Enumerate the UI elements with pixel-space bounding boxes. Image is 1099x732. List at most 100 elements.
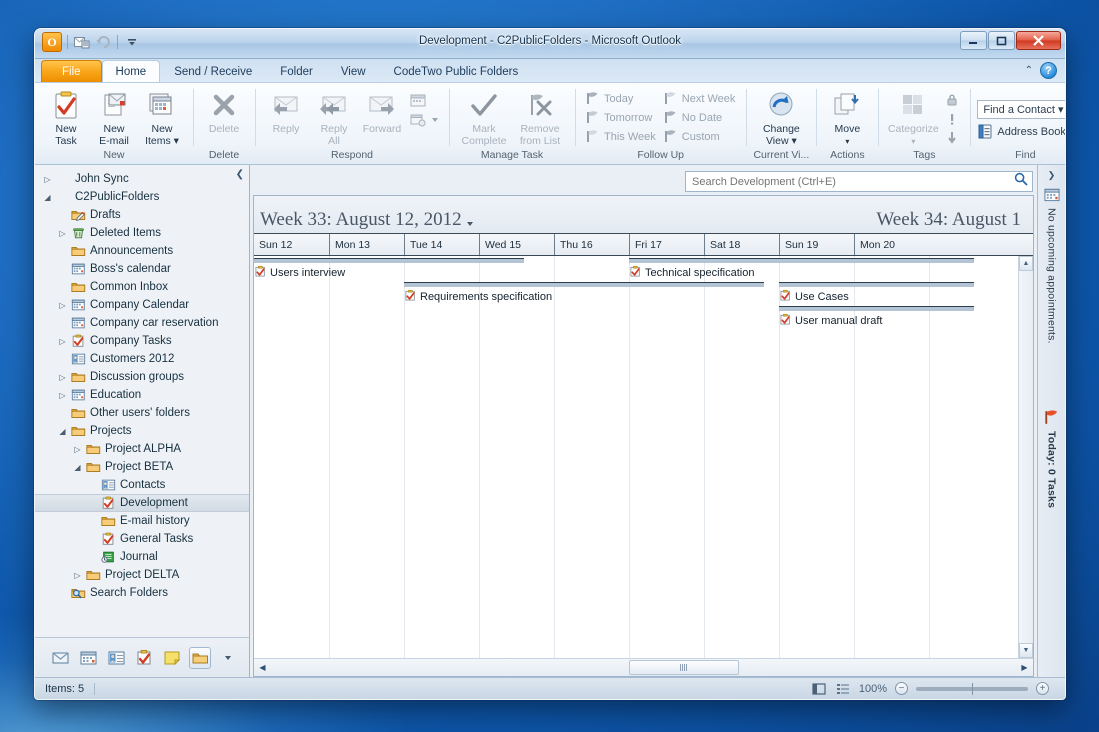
hscroll-thumb[interactable] [629,660,739,675]
folder-item-company-tasks[interactable]: ▷Company Tasks [35,332,249,350]
folder-item-c2publicfolders[interactable]: ◢C2PublicFolders [35,188,249,206]
folder-item-common-inbox[interactable]: Common Inbox [35,278,249,296]
nav-button-configure[interactable] [217,647,239,669]
new-task-button[interactable]: New Task [42,87,90,147]
folder-item-education[interactable]: ▷Education [35,386,249,404]
expand-to-do-bar-button[interactable]: ❯ [1048,170,1056,181]
high-importance-button[interactable] [941,109,963,128]
tab-home[interactable]: Home [102,60,161,82]
expand-arrow-icon[interactable]: ▷ [44,175,50,184]
scroll-down-button[interactable]: ▼ [1019,643,1033,658]
expand-arrow-icon[interactable]: ▷ [74,571,80,580]
zoom-slider[interactable] [916,687,1028,691]
expand-arrow-icon[interactable]: ▷ [74,445,80,454]
reply-button[interactable]: Reply [262,87,310,136]
tree-expander[interactable]: ▷ [56,373,69,382]
folder-item-drafts[interactable]: Drafts [35,206,249,224]
folder-item-journal[interactable]: Journal [35,548,249,566]
week-33-label[interactable]: Week 33: August 12, 2012 [260,209,473,231]
expand-arrow-icon[interactable]: ▷ [59,373,65,382]
folder-item-project-delta[interactable]: ▷Project DELTA [35,566,249,584]
folder-item-company-car-reservation[interactable]: Company car reservation [35,314,249,332]
folder-item-projects[interactable]: ◢Projects [35,422,249,440]
scroll-left-button[interactable]: ◀ [254,660,271,676]
remove-from-list-button[interactable]: Remove from List [512,87,568,147]
folder-item-boss-s-calendar[interactable]: Boss's calendar [35,260,249,278]
folder-item-project-alpha[interactable]: ▷Project ALPHA [35,440,249,458]
zoom-in-button[interactable]: + [1036,682,1049,695]
folder-item-deleted-items[interactable]: ▷Deleted Items [35,224,249,242]
collapse-arrow-icon[interactable]: ◢ [74,463,80,472]
tree-expander[interactable]: ◢ [71,463,84,472]
scroll-right-button[interactable]: ▶ [1016,660,1033,676]
categorize-button[interactable]: Categorize ▾ [885,87,941,147]
follow-up-today[interactable]: Today [582,89,660,108]
maximize-button[interactable] [988,31,1015,50]
follow-up-custom[interactable]: Custom [660,127,740,146]
help-icon[interactable]: ? [1040,62,1057,79]
change-view-button[interactable]: Change View ▾ [753,87,809,147]
folder-item-e-mail-history[interactable]: E-mail history [35,512,249,530]
tree-expander[interactable]: ▷ [56,301,69,310]
folder-item-general-tasks[interactable]: General Tasks [35,530,249,548]
timeline-canvas[interactable]: ▲ ▼ Users interviewRequirements specific… [254,256,1033,658]
find-a-contact-box[interactable]: Find a Contact ▾ [977,100,1066,119]
folder-item-search-folders[interactable]: Search Folders [35,584,249,602]
low-importance-button[interactable] [941,128,963,147]
timeline-task[interactable]: Use Cases [779,282,974,306]
tab-file[interactable]: File [41,60,102,82]
tree-expander[interactable]: ▷ [71,445,84,454]
timeline-task[interactable]: Users interview [254,258,524,282]
tree-expander[interactable]: ◢ [41,193,54,202]
tree-expander[interactable]: ▷ [41,175,54,184]
close-button[interactable] [1016,31,1061,50]
tree-expander[interactable]: ▷ [56,391,69,400]
delete-button[interactable]: Delete [200,87,248,136]
meeting-button[interactable] [406,91,442,110]
folder-item-other-users-folders[interactable]: Other users' folders [35,404,249,422]
folder-item-development[interactable]: Development [35,494,249,512]
address-book-button[interactable]: Address Book [977,122,1066,141]
folder-item-company-calendar[interactable]: ▷Company Calendar [35,296,249,314]
nav-button-mail[interactable] [49,647,71,669]
collapse-arrow-icon[interactable]: ◢ [59,427,65,436]
timeline-vertical-scrollbar[interactable]: ▲ ▼ [1018,256,1033,658]
follow-up-next-week[interactable]: Next Week [660,89,740,108]
collapse-ribbon-icon[interactable]: ⌃ [1025,65,1033,76]
tab-codetwo-public-folders[interactable]: CodeTwo Public Folders [380,60,533,82]
tree-expander[interactable]: ▷ [56,337,69,346]
follow-up-this-week[interactable]: This Week [582,127,660,146]
tree-expander[interactable]: ▷ [71,571,84,580]
week-34-label[interactable]: Week 34: August 1 [876,209,1021,231]
tree-expander[interactable]: ◢ [56,427,69,436]
tree-expander[interactable]: ▷ [56,229,69,238]
expand-arrow-icon[interactable]: ▷ [59,337,65,346]
nav-button-notes[interactable] [161,647,183,669]
private-button[interactable] [941,90,963,109]
expand-arrow-icon[interactable]: ▷ [59,229,65,238]
move-button[interactable]: Move ▾ [823,87,871,147]
follow-up-tomorrow[interactable]: Tomorrow [582,108,660,127]
timeline-task[interactable]: Technical specification [629,258,974,282]
new-items-button[interactable]: New Items ▾ [138,87,186,147]
search-icon[interactable] [1014,172,1028,191]
nav-button-calendar[interactable] [77,647,99,669]
zoom-out-button[interactable]: − [895,682,908,695]
follow-up-no-date[interactable]: No Date [660,108,740,127]
hscroll-track[interactable] [271,660,1016,676]
folder-item-project-beta[interactable]: ◢Project BETA [35,458,249,476]
meeting-dropdown[interactable] [406,110,442,129]
tab-send-receive[interactable]: Send / Receive [160,60,266,82]
nav-button-tasks[interactable] [133,647,155,669]
folder-item-discussion-groups[interactable]: ▷Discussion groups [35,368,249,386]
new-email-button[interactable]: New E-mail [90,87,138,147]
timeline-horizontal-scrollbar[interactable]: ◀ ▶ [254,658,1033,676]
expand-arrow-icon[interactable]: ▷ [59,391,65,400]
reply-all-button[interactable]: Reply All [310,87,358,147]
folder-item-john-sync[interactable]: ▷John Sync [35,170,249,188]
folder-item-customers-2012[interactable]: Customers 2012 [35,350,249,368]
mark-complete-button[interactable]: Mark Complete [456,87,512,147]
nav-button-contacts[interactable] [105,647,127,669]
folder-item-announcements[interactable]: Announcements [35,242,249,260]
forward-button[interactable]: Forward [358,87,406,136]
